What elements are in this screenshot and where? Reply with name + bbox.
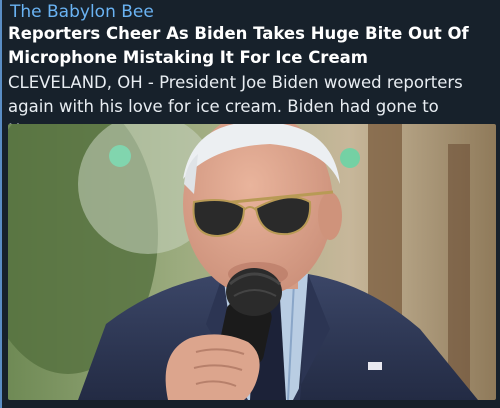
site-name[interactable]: The Babylon Bee bbox=[10, 1, 154, 23]
article-title[interactable]: Reporters Cheer As Biden Takes Huge Bite… bbox=[8, 22, 496, 70]
preview-image[interactable] bbox=[8, 124, 496, 400]
link-preview-card[interactable]: The Babylon Bee Reporters Cheer As Biden… bbox=[0, 0, 500, 408]
